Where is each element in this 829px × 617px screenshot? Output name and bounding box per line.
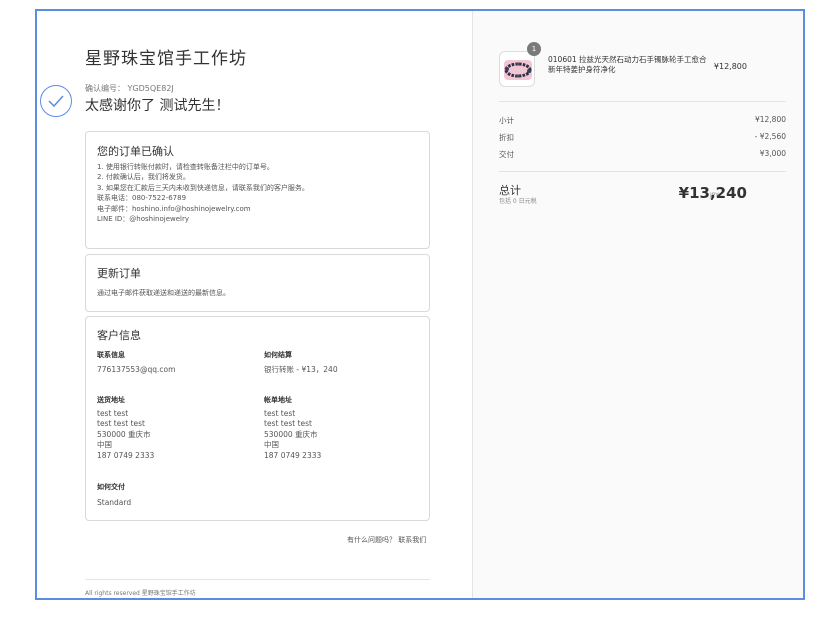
shipping-lines: test test test test test 530000 重庆市 中国 1… — [97, 409, 154, 461]
discount-label: 折扣 — [499, 133, 514, 142]
billing-lines: test test test test test 530000 重庆市 中国 1… — [264, 409, 321, 461]
subtotal-amount: ¥12,800 — [754, 115, 786, 124]
check-circle-icon — [40, 85, 72, 117]
confirm-line: 电子邮件：hoshino.info@hoshinojewelry.com — [97, 204, 251, 213]
delivery-label: 如何交付 — [97, 483, 125, 491]
order-confirmed-title: 您的订单已确认 — [97, 145, 174, 158]
summary-divider — [499, 171, 786, 172]
billing-label: 帐单地址 — [264, 396, 292, 404]
order-status-panel: 星野珠宝馆手工作坊 确认编号： YGD5QE82J 太感谢你了 测试先生！ 您的… — [37, 11, 472, 598]
thank-you-heading: 太感谢你了 测试先生！ — [85, 98, 230, 114]
shipping-address: 送货地址 test test test test test 530000 重庆市… — [97, 395, 154, 461]
confirm-line: 2. 付款确认后，我们将发货。 — [97, 173, 190, 182]
subtotal-label: 小计 — [499, 116, 514, 125]
product-name: 010601 拉兹光天然石动力石手镯脉轮手工愈合新年特姜护身符净化 — [548, 55, 707, 74]
summary-divider — [499, 101, 786, 102]
discount-amount: - ¥2,560 — [754, 132, 786, 141]
address-line: 530000 重庆市 — [97, 429, 151, 439]
address-line: 中国 — [264, 440, 279, 450]
shipping-label: 送货地址 — [97, 396, 125, 404]
update-order-title: 更新订单 — [97, 267, 141, 280]
confirmation-number: 确认编号： YGD5QE82J — [85, 84, 174, 93]
help-question: 有什么问题吗？ — [347, 536, 396, 544]
address-line: 530000 重庆市 — [264, 429, 318, 439]
address-line: test test test — [264, 419, 312, 429]
total-amount: ¥13,240 — [678, 184, 747, 202]
discount-row: 折扣 - ¥2,560 — [499, 132, 786, 143]
address-line: 中国 — [97, 440, 112, 450]
address-line: test test — [264, 409, 296, 418]
footer-text: All rights reserved 星野珠宝馆手工作坊 — [85, 590, 196, 597]
update-order-card: 更新订单 通过电子邮件获取递送和递送的最新信息。 — [85, 254, 430, 312]
confirm-line: 1. 使用银行转账付款时，请检查转账备注栏中的订单号。 — [97, 163, 274, 171]
delivery-method: 如何交付 Standard — [97, 482, 131, 508]
contact-info: 联系信息 776137553@qq.com — [97, 350, 175, 375]
order-confirmed-lines: 1. 使用银行转账付款时，请检查转账备注栏中的订单号。 2. 付款确认后，我们将… — [97, 162, 309, 224]
order-confirmed-card: 您的订单已确认 1. 使用银行转账付款时，请检查转账备注栏中的订单号。 2. 付… — [85, 131, 430, 249]
delivery-value: Standard — [97, 498, 132, 507]
checkout-window: 星野珠宝馆手工作坊 确认编号： YGD5QE82J 太感谢你了 测试先生！ 您的… — [35, 9, 805, 600]
product-price: ¥12,800 — [713, 62, 747, 71]
contact-email: 776137553@qq.com — [97, 365, 176, 374]
customer-info-card: 客户信息 联系信息 776137553@qq.com 如何结算 银行转账 - ¥… — [85, 316, 430, 521]
contact-us-link[interactable]: 联系我们 — [398, 536, 426, 544]
help-text: 有什么问题吗？ 联系我们 — [347, 535, 426, 545]
customer-info-title: 客户信息 — [97, 329, 141, 342]
bracelet-image — [499, 51, 535, 87]
address-line: 187 0749 2333 — [97, 450, 155, 460]
billing-address: 帐单地址 test test test test test 530000 重庆市… — [264, 395, 321, 461]
payment-label: 如何结算 — [264, 351, 292, 359]
address-line: test test — [97, 409, 129, 418]
shipping-fee-label: 交付 — [499, 150, 514, 159]
payment-method: 银行转账 - ¥13，240 — [264, 365, 338, 374]
quantity-badge: 1 — [527, 42, 541, 56]
address-line: 187 0749 2333 — [264, 450, 322, 460]
confirm-line: LINE ID：@hoshinojewelry — [97, 215, 190, 224]
shipping-row: 交付 ¥3,000 — [499, 149, 786, 160]
confirm-line: 3. 如果您在汇款后三天内未收到快递信息，请联系我们的客户服务。 — [97, 183, 309, 192]
shipping-fee-amount: ¥3,000 — [759, 149, 786, 158]
address-line: test test test — [97, 419, 145, 429]
footer-divider — [85, 579, 430, 580]
subtotal-row: 小计 ¥12,800 — [499, 115, 786, 126]
shop-title[interactable]: 星野珠宝馆手工作坊 — [85, 44, 247, 69]
order-summary-panel: 1 010601 拉兹光天然石动力石手镯脉轮手工愈合新年特姜护身符净化 ¥12,… — [472, 11, 803, 598]
tax-note: 包括 0 日元税 — [499, 198, 537, 205]
confirm-line: 联系电话：080-7522-6789 — [97, 194, 187, 203]
contact-label: 联系信息 — [97, 351, 125, 359]
update-order-text: 通过电子邮件获取递送和递送的最新信息。 — [97, 289, 230, 297]
payment-info: 如何结算 银行转账 - ¥13，240 — [264, 350, 338, 375]
